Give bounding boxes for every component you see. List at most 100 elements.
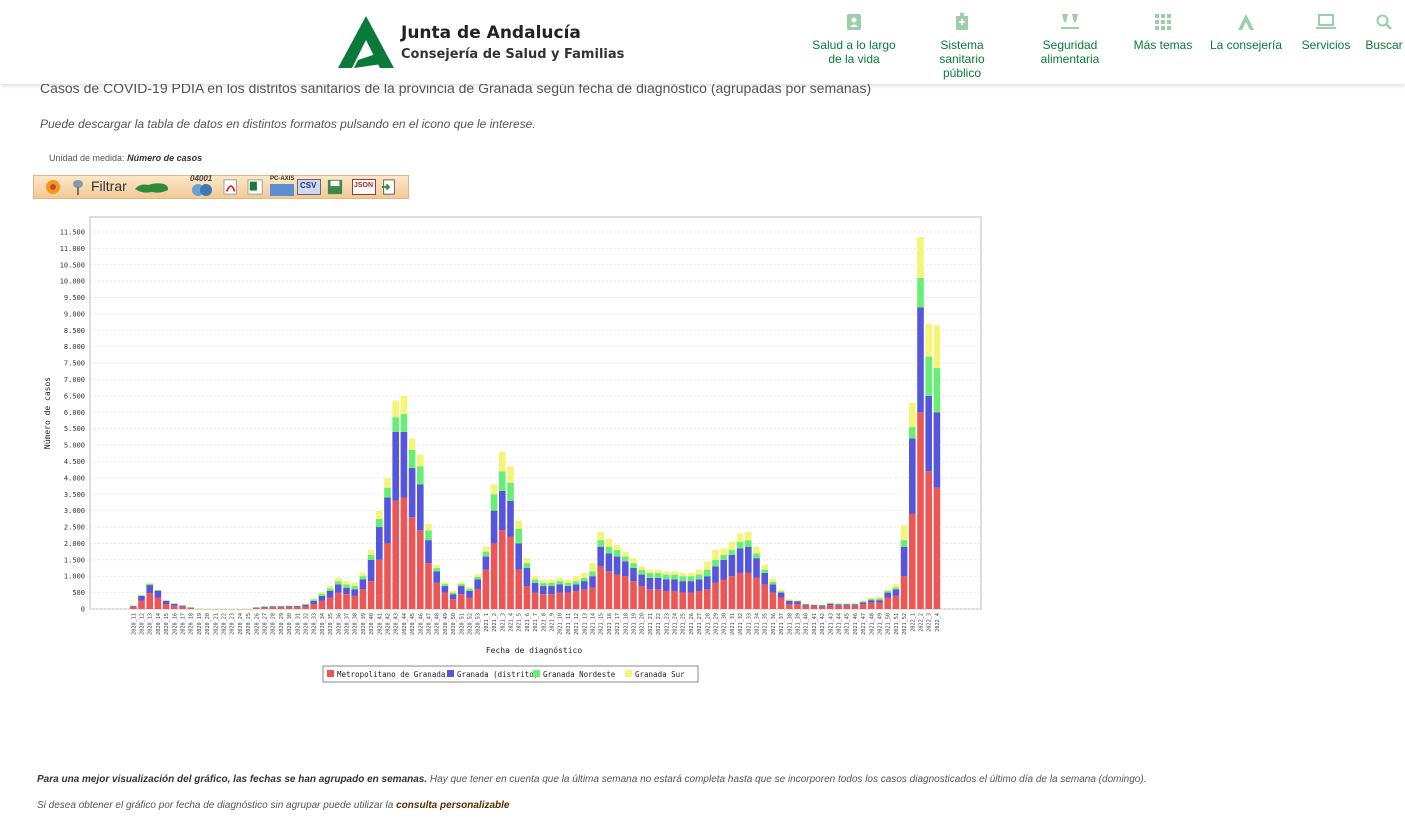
bar-segment bbox=[269, 605, 276, 607]
bar-segment bbox=[859, 604, 867, 609]
custom-query-link[interactable]: consulta personalizable bbox=[396, 800, 509, 811]
bar-segment bbox=[376, 527, 383, 560]
food-safety-icon bbox=[1061, 14, 1079, 29]
bar-segment bbox=[597, 566, 604, 609]
legend-swatch bbox=[327, 670, 334, 677]
json-button[interactable]: JSON bbox=[352, 179, 376, 195]
bar-segment bbox=[433, 564, 440, 569]
junta-logo[interactable]: Junta de Andalucía Consejería de Salud y… bbox=[336, 14, 624, 70]
nav-salud-vida[interactable]: Salud a lo largo de la vida bbox=[806, 12, 902, 66]
bar-segment bbox=[843, 605, 850, 609]
bar-segment bbox=[236, 608, 244, 610]
unit-value: Número de casos bbox=[127, 153, 203, 163]
bar-segment bbox=[835, 603, 842, 604]
bar-segment bbox=[417, 484, 424, 531]
nav-mas-temas[interactable]: Más temas bbox=[1130, 12, 1196, 52]
save-icon[interactable] bbox=[326, 179, 344, 195]
x-tick-label: 2020_25 bbox=[246, 613, 252, 635]
bar-segment bbox=[859, 602, 867, 605]
bar-segment bbox=[556, 581, 563, 585]
bar-segment bbox=[171, 603, 178, 606]
nav-servicios[interactable]: Servicios bbox=[1296, 12, 1356, 52]
bar-segment bbox=[474, 576, 481, 580]
pcaxis-button[interactable]: PC-AXIS bbox=[270, 176, 296, 197]
x-tick-label: 2021_9 bbox=[550, 613, 556, 632]
bar-segment bbox=[679, 576, 686, 582]
x-tick-label: 2020_38 bbox=[353, 613, 359, 635]
bar-segment bbox=[187, 608, 194, 609]
bar-segment bbox=[933, 325, 941, 369]
x-tick-label: 2021_12 bbox=[574, 613, 580, 635]
y-tick-label: 5.500 bbox=[64, 425, 85, 433]
bar-segment bbox=[138, 595, 145, 596]
bar-segment bbox=[540, 579, 547, 583]
bar-segment bbox=[130, 605, 137, 606]
unit-of-measure: Unidad de medida: Número de casos bbox=[49, 153, 202, 163]
x-tick-label: 2020_53 bbox=[476, 613, 482, 635]
bar-segment bbox=[925, 471, 932, 609]
bar-segment bbox=[408, 450, 416, 469]
bar-segment bbox=[597, 531, 604, 541]
exit-icon[interactable] bbox=[380, 179, 398, 195]
bar-segment bbox=[745, 531, 752, 541]
json-label: JSON bbox=[354, 182, 374, 189]
nav-sistema-sanitario[interactable]: Sistema sanitario público bbox=[922, 12, 1002, 80]
filter-icon[interactable] bbox=[70, 179, 86, 195]
x-tick-label: 2021_18 bbox=[623, 613, 629, 635]
bar-segment bbox=[753, 577, 760, 609]
bar-segment bbox=[343, 587, 350, 595]
bar-segment bbox=[605, 538, 613, 547]
csv-button[interactable]: CSV bbox=[297, 179, 321, 195]
nav-buscar[interactable]: Buscar bbox=[1362, 12, 1405, 52]
bar-segment bbox=[261, 606, 268, 607]
bar-segment bbox=[859, 601, 867, 603]
x-tick-label: 2021_30 bbox=[722, 613, 728, 635]
bar-segment bbox=[179, 606, 186, 609]
andalucia-logo-icon bbox=[1238, 14, 1254, 30]
pcaxis-label: PC-AXIS bbox=[270, 176, 295, 182]
excel-icon[interactable] bbox=[246, 179, 266, 195]
bar-segment bbox=[400, 497, 408, 609]
bar-segment bbox=[695, 590, 703, 609]
bar-segment bbox=[523, 563, 531, 569]
andalucia-map-icon[interactable] bbox=[134, 180, 170, 196]
bar-segment bbox=[425, 523, 432, 531]
nav-seguridad-alimentaria[interactable]: Seguridad alimentaria bbox=[1030, 12, 1110, 66]
bar-segment bbox=[687, 576, 695, 582]
bar-segment bbox=[367, 559, 375, 582]
nav-label: La consejería bbox=[1209, 38, 1283, 52]
x-tick-label: 2021_38 bbox=[787, 613, 793, 635]
bar-segment bbox=[786, 600, 793, 601]
help-icon[interactable] bbox=[44, 179, 62, 195]
pdf-icon[interactable] bbox=[222, 179, 242, 195]
x-tick-label: 2021_1 bbox=[484, 613, 490, 632]
x-tick-label: 2020_24 bbox=[238, 613, 244, 635]
org-name: Junta de Andalucía bbox=[401, 23, 581, 43]
bar-segment bbox=[786, 604, 793, 609]
bar-segment bbox=[294, 607, 301, 609]
x-tick-label: 2022_1 bbox=[910, 613, 916, 632]
site-header: Junta de Andalucía Consejería de Salud y… bbox=[0, 0, 1405, 84]
bar-segment bbox=[720, 579, 727, 609]
x-tick-label: 2020_23 bbox=[230, 613, 236, 635]
bar-segment bbox=[589, 576, 596, 588]
bar-segment bbox=[138, 595, 145, 601]
bar-segment bbox=[917, 277, 924, 308]
bar-segment bbox=[449, 594, 457, 600]
bar-segment bbox=[818, 605, 826, 607]
x-tick-label: 2020_21 bbox=[213, 613, 219, 635]
laptop-icon bbox=[1316, 14, 1336, 29]
x-tick-label: 2021_7 bbox=[533, 613, 539, 632]
x-tick-label: 2020_26 bbox=[254, 613, 260, 635]
bar-segment bbox=[720, 559, 727, 580]
bar-segment bbox=[154, 589, 162, 590]
bar-segment bbox=[630, 558, 637, 564]
atlas-button[interactable]: 04001 bbox=[184, 174, 220, 198]
x-tick-label: 2020_16 bbox=[172, 613, 178, 635]
bar-segment bbox=[827, 602, 834, 604]
filter-label[interactable]: Filtrar bbox=[91, 178, 127, 194]
bar-segment bbox=[343, 581, 350, 585]
nav-la-consejeria[interactable]: La consejería bbox=[1206, 12, 1286, 52]
x-tick-label: 2021_44 bbox=[837, 613, 843, 635]
bar-segment bbox=[884, 597, 891, 609]
